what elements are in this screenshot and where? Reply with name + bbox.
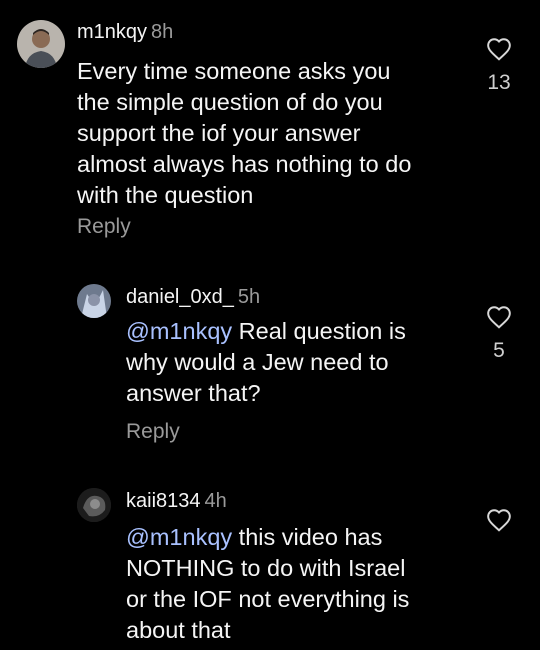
comment-text: Every time someone asks you the simple q…: [77, 58, 412, 208]
reply-button[interactable]: Reply: [126, 420, 180, 444]
heart-outline-icon[interactable]: [486, 305, 512, 329]
username[interactable]: m1nkqy: [77, 21, 147, 43]
heart-outline-icon[interactable]: [486, 37, 512, 61]
avatar[interactable]: [17, 20, 65, 68]
avatar[interactable]: [77, 284, 111, 318]
comment-text: @m1nkqy this video has NOTHING to do wit…: [126, 524, 410, 643]
heart-outline-icon[interactable]: [486, 508, 512, 532]
timestamp: 4h: [204, 490, 227, 512]
like-count: 13: [487, 71, 511, 94]
like-control: 5: [479, 305, 519, 363]
profile-photo-icon: [77, 284, 111, 318]
reply-button[interactable]: Reply: [77, 215, 131, 239]
comment-reply: daniel_0xd_ 5h @m1nkqy Real question is w…: [0, 260, 540, 460]
comment-text: @m1nkqy Real question is why would a Jew…: [126, 318, 406, 406]
timestamp: 5h: [237, 286, 261, 308]
username[interactable]: kaii8134: [126, 490, 201, 512]
avatar[interactable]: [77, 488, 111, 522]
comment-reply: kaii8134 4h @m1nkqy this video has NOTHIN…: [0, 470, 540, 650]
profile-photo-icon: [17, 20, 65, 68]
timestamp: 8h: [151, 21, 174, 43]
like-control: 13: [479, 37, 519, 95]
comment: m1nkqy 8h Every time someone asks you the…: [0, 0, 540, 250]
username[interactable]: daniel_0xd_: [126, 286, 234, 308]
like-count: 5: [493, 339, 505, 362]
profile-photo-icon: [77, 488, 111, 522]
mention-link[interactable]: @m1nkqy: [126, 524, 232, 550]
like-control: [479, 508, 519, 532]
mention-link[interactable]: @m1nkqy: [126, 318, 232, 344]
